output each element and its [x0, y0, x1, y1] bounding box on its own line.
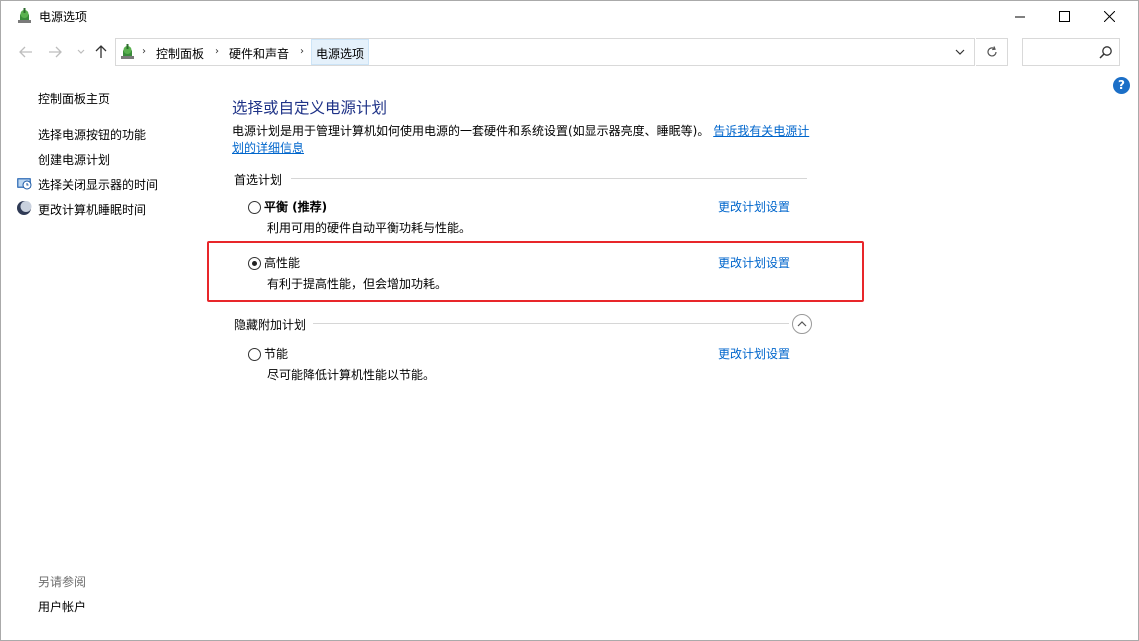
sidebar-item-create-plan[interactable]: 创建电源计划 [38, 151, 110, 168]
address-dropdown-button[interactable] [950, 43, 970, 61]
sidebar-item-display-off-time[interactable]: 选择关闭显示器的时间 [38, 176, 158, 193]
help-icon[interactable]: ? [1113, 77, 1130, 94]
power-options-icon [18, 8, 31, 23]
maximize-icon [1058, 11, 1070, 22]
search-icon [1099, 46, 1112, 59]
page-description: 电源计划是用于管理计算机如何使用电源的一套硬件和系统设置(如显示器亮度、睡眠等)… [232, 123, 812, 157]
minimize-button[interactable] [997, 1, 1043, 32]
minimize-icon [1015, 16, 1025, 17]
arrow-up-icon [95, 45, 107, 58]
address-bar[interactable]: › 控制面板 › 硬件和声音 › 电源选项 [115, 38, 975, 66]
window-title: 电源选项 [39, 10, 88, 24]
control-panel-icon [121, 44, 134, 59]
power-saver-plan-radio[interactable] [248, 348, 261, 361]
display-clock-icon [17, 178, 32, 190]
breadcrumb-separator-icon[interactable]: › [215, 46, 219, 57]
search-input[interactable] [1022, 38, 1120, 66]
power-saver-plan-name[interactable]: 节能 [264, 345, 288, 362]
chevron-up-icon [797, 321, 807, 327]
breadcrumb-control-panel[interactable]: 控制面板 [156, 45, 204, 62]
arrow-left-icon [19, 46, 32, 58]
balanced-plan-radio[interactable] [248, 201, 261, 214]
refresh-button[interactable] [976, 38, 1008, 66]
chevron-down-icon [955, 49, 965, 55]
arrow-right-icon [49, 46, 62, 58]
sidebar-item-power-button[interactable]: 选择电源按钮的功能 [38, 126, 146, 143]
close-button[interactable] [1086, 1, 1132, 32]
navigation-bar: › 控制面板 › 硬件和声音 › 电源选项 [1, 32, 1138, 72]
close-icon [1103, 11, 1115, 22]
group-divider [291, 178, 807, 179]
description-text: 电源计划是用于管理计算机如何使用电源的一套硬件和系统设置(如显示器亮度、睡眠等)… [232, 124, 710, 138]
highlight-annotation-box [207, 241, 864, 302]
title-bar: 电源选项 [1, 1, 1138, 32]
forward-button[interactable] [45, 42, 65, 62]
refresh-icon [986, 46, 997, 57]
power-saver-plan-description: 尽可能降低计算机性能以节能。 [267, 368, 436, 382]
breadcrumb-hardware-sound[interactable]: 硬件和声音 [229, 45, 289, 62]
sidebar-item-sleep-time[interactable]: 更改计算机睡眠时间 [38, 201, 146, 218]
see-also-heading: 另请参阅 [38, 575, 87, 589]
page-title: 选择或自定义电源计划 [232, 99, 388, 117]
up-button[interactable] [91, 42, 111, 62]
power-options-window: 电源选项 › 控制面板 › 硬件和声音 › 电源选项 ? 控制面板主页 选择电源… [0, 0, 1139, 641]
breadcrumb-power-options[interactable]: 电源选项 [311, 39, 370, 65]
sleep-moon-icon [17, 201, 32, 215]
breadcrumb-separator-icon[interactable]: › [142, 46, 146, 57]
maximize-button[interactable] [1041, 1, 1087, 32]
see-also-user-accounts-link[interactable]: 用户帐户 [38, 598, 86, 615]
hidden-plans-heading: 隐藏附加计划 [234, 318, 307, 332]
control-panel-home-link[interactable]: 控制面板主页 [38, 90, 110, 107]
collapse-hidden-plans-button[interactable] [792, 314, 812, 334]
preferred-plans-heading: 首选计划 [234, 173, 283, 187]
breadcrumb-separator-icon[interactable]: › [300, 46, 304, 57]
group-divider [313, 323, 789, 324]
balanced-change-settings-link[interactable]: 更改计划设置 [718, 198, 790, 215]
chevron-down-icon [77, 49, 85, 54]
power-saver-change-settings-link[interactable]: 更改计划设置 [718, 345, 790, 362]
balanced-plan-name[interactable]: 平衡 (推荐) [264, 198, 327, 215]
back-button[interactable] [16, 42, 36, 62]
balanced-plan-description: 利用可用的硬件自动平衡功耗与性能。 [267, 221, 472, 235]
recent-locations-button[interactable] [71, 42, 91, 62]
